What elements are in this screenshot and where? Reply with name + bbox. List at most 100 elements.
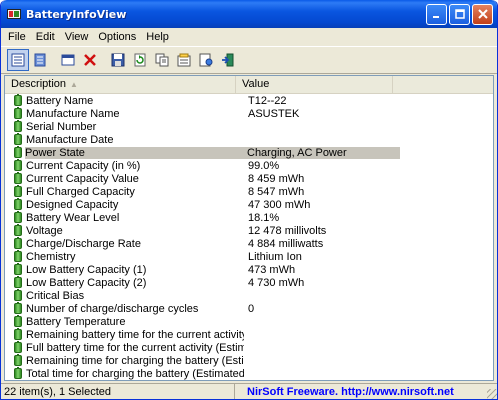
window-title: BatteryInfoView (26, 7, 127, 21)
list-rows: Battery Name T12--22 Manufacture Name ASUST… (5, 94, 493, 380)
nirsoft-link[interactable]: NirSoft Freeware. http://www.nirsoft.net (235, 384, 497, 399)
table-row[interactable]: Serial Number (5, 120, 493, 133)
menu-edit[interactable]: Edit (31, 28, 60, 46)
battery-icon (14, 328, 22, 340)
title-bar[interactable]: BatteryInfoView (1, 0, 497, 28)
table-row[interactable]: Critical Bias (5, 289, 493, 302)
battery-icon (14, 107, 22, 119)
properties-window-button[interactable] (57, 49, 79, 71)
battery-icon (14, 94, 22, 106)
row-value: 18.1% (248, 211, 280, 224)
row-value: 473 mWh (248, 263, 296, 276)
row-description: Current Capacity Value (26, 172, 139, 185)
battery-icon (14, 159, 22, 171)
battery-icon (14, 367, 22, 379)
row-value: 8 547 mWh (248, 185, 305, 198)
row-description: Battery Temperature (26, 315, 126, 328)
battery-icon (14, 276, 22, 288)
properties-button[interactable] (173, 49, 195, 71)
column-header-filler (393, 76, 493, 93)
app-window: BatteryInfoView File Edit View Options H… (0, 0, 498, 400)
table-row[interactable]: Current Capacity Value 8 459 mWh (5, 172, 493, 185)
delete-x-icon (84, 54, 96, 66)
row-value: 99.0% (248, 159, 280, 172)
table-row[interactable]: Voltage 12 478 millivolts (5, 224, 493, 237)
row-value: 4 884 milliwatts (248, 237, 324, 250)
refresh-button[interactable] (129, 49, 151, 71)
save-button[interactable] (107, 49, 129, 71)
copy-button[interactable] (151, 49, 173, 71)
table-row[interactable]: Low Battery Capacity (2) 4 730 mWh (5, 276, 493, 289)
battery-icon (14, 250, 22, 262)
battery-icon (14, 133, 22, 145)
view-mode-2-button[interactable] (29, 49, 51, 71)
battery-icon (14, 315, 22, 327)
row-value: T12--22 (248, 94, 287, 107)
minimize-button[interactable] (426, 3, 447, 25)
table-row[interactable]: Full battery time for the current activi… (5, 341, 493, 354)
table-row[interactable]: Remaining time for charging the battery … (5, 354, 493, 367)
row-description: Low Battery Capacity (1) (26, 263, 147, 276)
resize-grip-icon[interactable] (487, 389, 497, 399)
table-row[interactable]: Manufacture Name ASUSTEK (5, 107, 493, 120)
battery-icon (14, 302, 22, 314)
row-value: ASUSTEK (248, 107, 300, 120)
battery-icon (14, 354, 22, 366)
maximize-icon (454, 9, 465, 19)
refresh-icon (134, 53, 146, 67)
row-value: 0 (248, 302, 255, 315)
table-row[interactable]: Battery Temperature (5, 315, 493, 328)
table-row[interactable]: Low Battery Capacity (1) 473 mWh (5, 263, 493, 276)
row-description: Remaining battery time for the current a… (26, 328, 244, 341)
table-row[interactable]: Remaining battery time for the current a… (5, 328, 493, 341)
row-description: Remaining time for charging the battery … (26, 354, 244, 367)
row-description: Full Charged Capacity (26, 185, 135, 198)
close-button[interactable] (472, 3, 493, 25)
maximize-button[interactable] (449, 3, 470, 25)
exit-door-icon (222, 53, 234, 67)
row-value: 4 730 mWh (248, 276, 305, 289)
table-row[interactable]: Power State Charging, AC Power (5, 146, 493, 159)
table-row[interactable]: Battery Name T12--22 (5, 94, 493, 107)
html-report-button[interactable] (195, 49, 217, 71)
window-icon (61, 54, 75, 66)
exit-button[interactable] (217, 49, 239, 71)
row-description: Number of charge/discharge cycles (26, 302, 199, 315)
table-row[interactable]: Designed Capacity 47 300 mWh (5, 198, 493, 211)
table-row[interactable]: Chemistry Lithium Ion (5, 250, 493, 263)
view-mode-1-button[interactable] (7, 49, 29, 71)
battery-info-list[interactable]: Description ▲ Value Battery Name T12--22 Ma… (4, 75, 494, 381)
table-row[interactable]: Manufacture Date (5, 133, 493, 146)
battery-icon (14, 146, 22, 158)
menu-help[interactable]: Help (141, 28, 174, 46)
menu-options[interactable]: Options (93, 28, 141, 46)
battery-icon (14, 263, 22, 275)
battery-icon (14, 211, 22, 223)
status-item-count: 22 item(s), 1 Selected (1, 384, 235, 399)
close-icon (477, 9, 488, 19)
row-description: Battery Wear Level (26, 211, 120, 224)
properties-icon (177, 53, 191, 67)
row-description: Manufacture Date (26, 133, 114, 146)
row-value: 8 459 mWh (248, 172, 305, 185)
row-description: Serial Number (26, 120, 97, 133)
battery-icon (14, 289, 22, 301)
minimize-icon (433, 15, 439, 18)
column-header-description[interactable]: Description ▲ (5, 76, 236, 93)
menu-view[interactable]: View (60, 28, 94, 46)
table-row[interactable]: Total time for charging the battery (Est… (5, 367, 493, 380)
details-view-icon (34, 53, 46, 67)
table-row[interactable]: Full Charged Capacity 8 547 mWh (5, 185, 493, 198)
table-row[interactable]: Battery Wear Level 18.1% (5, 211, 493, 224)
table-row[interactable]: Number of charge/discharge cycles 0 (5, 302, 493, 315)
column-header-value[interactable]: Value (236, 76, 393, 93)
menu-file[interactable]: File (3, 28, 31, 46)
row-description: Low Battery Capacity (2) (26, 276, 147, 289)
battery-icon (14, 224, 22, 236)
table-row[interactable]: Charge/Discharge Rate 4 884 milliwatts (5, 237, 493, 250)
row-value: 12 478 millivolts (248, 224, 327, 237)
delete-button[interactable] (79, 49, 101, 71)
battery-icon (14, 120, 22, 132)
row-value: Charging, AC Power (243, 146, 400, 159)
table-row[interactable]: Current Capacity (in %) 99.0% (5, 159, 493, 172)
